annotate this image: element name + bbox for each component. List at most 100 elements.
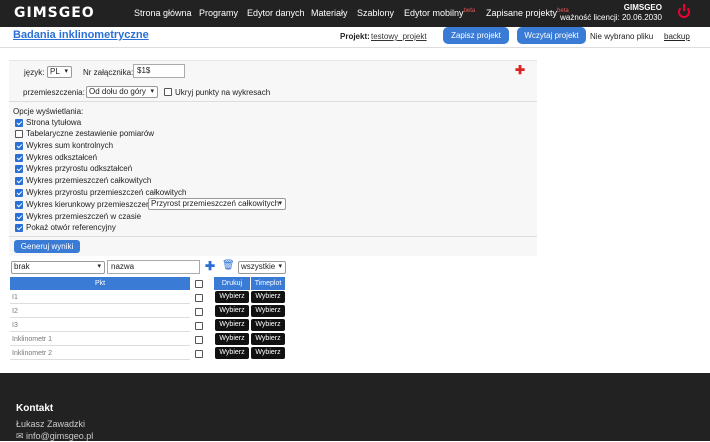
mail-icon: ✉ (16, 431, 27, 441)
select-all-checkbox[interactable] (195, 280, 203, 288)
project-name-link[interactable]: testowy_projekt (371, 32, 427, 41)
option-label: Wykres sum kontrolnych (26, 141, 114, 150)
column-header-timeplot: Timeplot (251, 277, 285, 290)
option-label: Wykres przyrostu odkształceń (26, 164, 133, 173)
scope-select[interactable]: wszystkie ▾ (238, 261, 286, 274)
hide-points-checkbox[interactable] (164, 88, 172, 96)
nav-templates[interactable]: Szablony (357, 8, 394, 18)
footer-contact-name: Łukasz Zawadzki (16, 419, 86, 429)
option-checkbox[interactable] (15, 142, 23, 150)
attachment-input[interactable]: $1$ (133, 64, 185, 78)
row-checkbox[interactable] (195, 336, 203, 344)
type-filter-value: brak (14, 262, 30, 271)
option-checkbox[interactable] (15, 224, 23, 232)
option-checkbox[interactable] (15, 213, 23, 221)
displacement-label: przemieszczenia: (23, 88, 85, 97)
table-row: I3 (10, 319, 190, 332)
option-label: Wykres odkształceń (26, 153, 98, 162)
footer: Kontakt Łukasz Zawadzki ✉ info@gimsgeo.p… (0, 373, 710, 441)
row-checkbox[interactable] (195, 350, 203, 358)
generate-results-button[interactable]: Generuj wyniki (14, 240, 80, 253)
timeplot-select-button[interactable]: Wybierz (251, 347, 285, 359)
row-checkbox[interactable] (195, 308, 203, 316)
page-title[interactable]: Badania inklinometryczne (13, 29, 149, 41)
option-checkbox[interactable] (15, 130, 23, 138)
row-checkbox[interactable] (195, 294, 203, 302)
print-select-button[interactable]: Wybierz (215, 305, 249, 317)
print-select-button[interactable]: Wybierz (215, 347, 249, 359)
nav-programs[interactable]: Programy (199, 8, 238, 18)
option-label: Strona tytułowa (26, 118, 82, 127)
attachment-label: Nr załącznika: (83, 68, 134, 77)
chevron-down-icon: ▾ (150, 88, 154, 95)
option-label: Wykres kierunkowy przemieszczeń (26, 200, 151, 209)
option-checkbox[interactable] (15, 154, 23, 162)
name-filter-input[interactable]: nazwa (107, 260, 200, 274)
timeplot-select-button[interactable]: Wybierz (251, 291, 285, 303)
timeplot-select-button[interactable]: Wybierz (251, 305, 285, 317)
displacement-value: Od dołu do góry (89, 87, 146, 96)
nav-mobile-editor-label: Edytor mobilny (404, 8, 464, 18)
table-row: I2 (10, 305, 190, 318)
chevron-down-icon: ▾ (278, 263, 282, 270)
table-row: I1 (10, 291, 190, 304)
timeplot-select-button[interactable]: Wybierz (251, 333, 285, 345)
footer-contact-title: Kontakt (16, 403, 54, 414)
option-checkbox[interactable] (15, 165, 23, 173)
option-checkbox[interactable] (15, 177, 23, 185)
direction-select[interactable]: Przyrost przemieszczeń całkowitych ▾ (148, 198, 286, 210)
hide-points-label: Ukryj punkty na wykresach (175, 88, 271, 97)
option-checkbox[interactable] (15, 189, 23, 197)
option-checkbox[interactable] (15, 119, 23, 127)
top-navbar: GIMSGEO Strona główna Programy Edytor da… (0, 0, 710, 27)
timeplot-select-button[interactable]: Wybierz (251, 319, 285, 331)
option-label: Pokaż otwór referencyjny (26, 223, 116, 232)
scope-value: wszystkie (241, 262, 276, 271)
nav-materials[interactable]: Materiały (311, 8, 348, 18)
option-checkbox[interactable] (15, 201, 23, 209)
divider (0, 47, 710, 48)
language-value: PL (50, 67, 60, 76)
print-select-button[interactable]: Wybierz (215, 333, 249, 345)
footer-email[interactable]: ✉ info@gimsgeo.pl (16, 431, 93, 442)
language-label: język: (24, 68, 45, 77)
language-select[interactable]: PL ▾ (47, 66, 72, 78)
chevron-down-icon: ▾ (278, 200, 282, 207)
displacement-select[interactable]: Od dołu do góry ▾ (86, 86, 158, 98)
column-header-pkt[interactable]: Pkt (10, 277, 190, 290)
chevron-down-icon: ▾ (64, 68, 68, 75)
option-label: Wykres przyrostu przemieszczeń całkowity… (26, 188, 187, 197)
nav-saved-projects-label: Zapisane projekty (486, 8, 558, 18)
print-select-button[interactable]: Wybierz (215, 291, 249, 303)
row-checkbox[interactable] (195, 322, 203, 330)
divider (9, 236, 537, 237)
type-filter-select[interactable]: brak ▾ (11, 261, 105, 274)
divider (9, 101, 537, 102)
power-icon[interactable] (678, 4, 690, 18)
nav-home[interactable]: Strona główna (134, 8, 192, 18)
print-select-button[interactable]: Wybierz (215, 319, 249, 331)
chevron-down-icon: ▾ (97, 263, 101, 270)
load-project-button[interactable]: Wczytaj projekt (517, 27, 586, 44)
nav-data-editor[interactable]: Edytor danych (247, 8, 305, 18)
nav-mobile-editor[interactable]: Edytor mobilnybeta (404, 8, 475, 18)
option-label: Wykres przemieszczeń w czasie (26, 212, 142, 221)
backup-link[interactable]: backup (664, 32, 690, 41)
column-header-print: Drukuj (214, 277, 250, 290)
add-icon[interactable]: ✚ (515, 63, 525, 77)
project-label: Projekt: (340, 32, 370, 41)
brand-name: GIMSGEO (623, 3, 662, 12)
license-validity: ważność licencji: 20.06.2030 (560, 13, 662, 22)
add-icon[interactable]: ✚ (205, 259, 215, 273)
app-logo[interactable]: GIMSGEO (14, 5, 95, 21)
nav-saved-projects[interactable]: Zapisane projektybeta (486, 8, 569, 18)
option-label: Tabelaryczne zestawienie pomiarów (26, 129, 155, 138)
beta-badge: beta (463, 8, 476, 14)
option-label: Wykres przemieszczeń całkowitych (26, 176, 152, 185)
options-title: Opcje wyświetlania: (13, 107, 84, 116)
license-info: GIMSGEO ważność licencji: 20.06.2030 (560, 3, 662, 23)
save-project-button[interactable]: Zapisz projekt (443, 27, 509, 44)
table-row: Inklinometr 2 (10, 347, 190, 360)
trash-icon[interactable]: 🗑 (222, 260, 235, 271)
table-row: Inklinometr 1 (10, 333, 190, 346)
